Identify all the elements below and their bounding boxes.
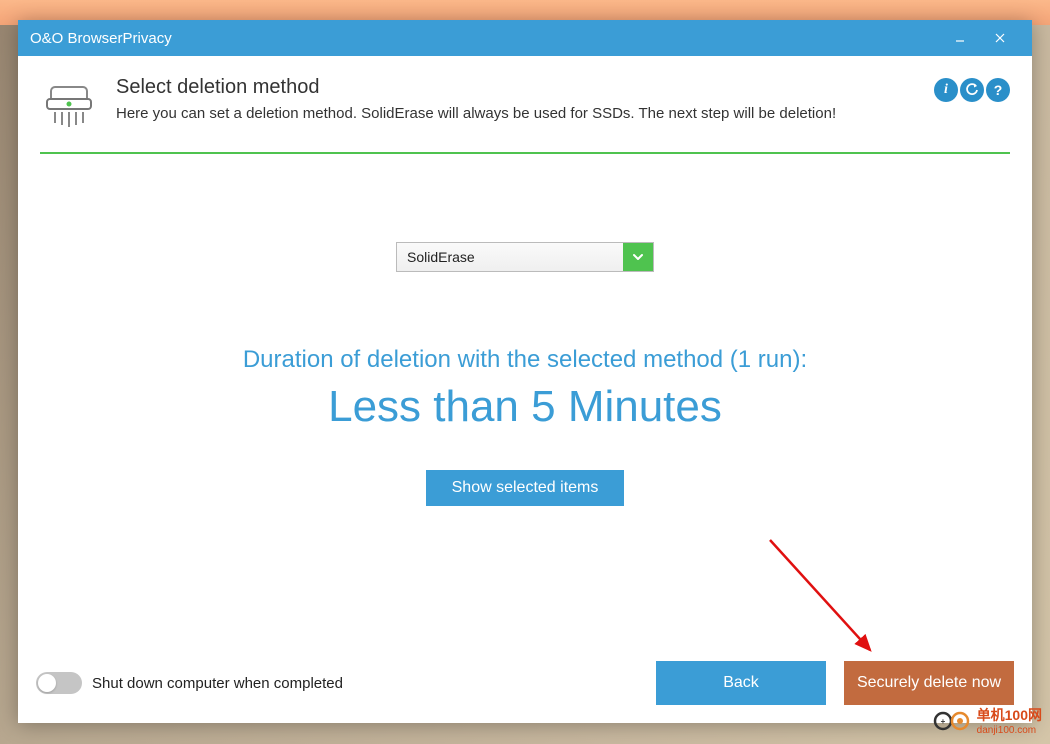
close-icon (994, 32, 1006, 44)
main-content: SolidErase Duration of deletion with the… (18, 154, 1032, 653)
minimize-button[interactable] (940, 20, 980, 56)
help-icon: ? (994, 82, 1003, 98)
minimize-icon (954, 32, 966, 44)
page-title: Select deletion method (116, 76, 916, 99)
close-button[interactable] (980, 20, 1020, 56)
page-header: Select deletion method Here you can set … (18, 56, 1032, 152)
duration-value: Less than 5 Minutes (328, 382, 722, 432)
page-description: Here you can set a deletion method. Soli… (116, 105, 916, 122)
shutdown-toggle-label: Shut down computer when completed (92, 675, 343, 692)
refresh-button[interactable] (960, 78, 984, 102)
info-icon: i (944, 82, 948, 98)
deletion-method-dropdown[interactable]: SolidErase (396, 242, 654, 272)
chevron-down-icon (623, 243, 653, 271)
app-window: O&O BrowserPrivacy Select deletion metho… (18, 20, 1032, 723)
dropdown-selected-value: SolidErase (397, 243, 623, 271)
footer: Shut down computer when completed Back S… (18, 653, 1032, 723)
refresh-icon (965, 83, 979, 97)
back-button[interactable]: Back (656, 661, 826, 705)
shutdown-toggle[interactable] (36, 672, 82, 694)
show-items-button[interactable]: Show selected items (426, 470, 625, 506)
duration-label: Duration of deletion with the selected m… (243, 346, 807, 374)
securely-delete-button[interactable]: Securely delete now (844, 661, 1014, 705)
titlebar: O&O BrowserPrivacy (18, 20, 1032, 56)
app-title: O&O BrowserPrivacy (30, 30, 940, 47)
info-button[interactable]: i (934, 78, 958, 102)
shredder-icon (40, 78, 98, 136)
help-button[interactable]: ? (986, 78, 1010, 102)
